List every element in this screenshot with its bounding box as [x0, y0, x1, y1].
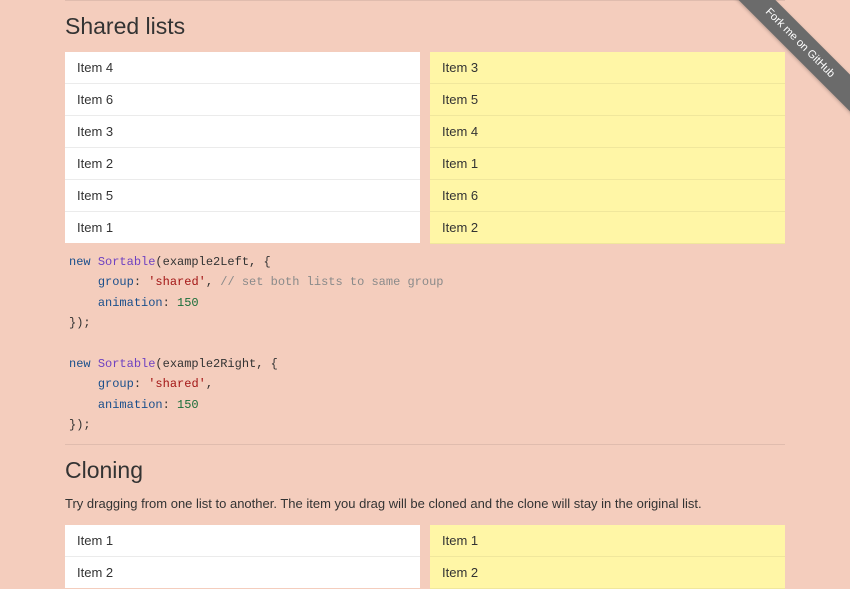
- list-item[interactable]: Item 2: [430, 212, 785, 244]
- section-title-shared: Shared lists: [65, 13, 785, 40]
- code-token: });: [69, 316, 91, 330]
- code-token: animation: [98, 398, 163, 412]
- code-token: (: [155, 255, 162, 269]
- list-item[interactable]: Item 3: [430, 52, 785, 84]
- code-token: });: [69, 418, 91, 432]
- list-item[interactable]: Item 5: [430, 84, 785, 116]
- code-token: :: [134, 275, 148, 289]
- cloning-description: Try dragging from one list to another. T…: [65, 496, 785, 511]
- code-token: example2Left: [163, 255, 249, 269]
- shared-lists-row: Item 4 Item 6 Item 3 Item 2 Item 5 Item …: [65, 52, 785, 244]
- section-title-cloning: Cloning: [65, 457, 785, 484]
- code-token: new: [69, 255, 91, 269]
- list-item[interactable]: Item 3: [65, 116, 420, 148]
- list-item[interactable]: Item 1: [65, 525, 420, 557]
- code-token: Sortable: [98, 357, 156, 371]
- code-token: example2Right: [163, 357, 257, 371]
- list-item[interactable]: Item 4: [65, 52, 420, 84]
- cloning-list-right[interactable]: Item 1 Item 2: [430, 525, 785, 589]
- code-token: {: [263, 255, 270, 269]
- code-token: group: [98, 377, 134, 391]
- list-item[interactable]: Item 1: [430, 525, 785, 557]
- code-token: :: [163, 398, 177, 412]
- list-item[interactable]: Item 5: [65, 180, 420, 212]
- code-token: ,: [249, 255, 263, 269]
- section-divider: [65, 444, 785, 445]
- code-sample-shared: new Sortable(example2Left, { group: 'sha…: [65, 244, 785, 444]
- code-token: ,: [256, 357, 270, 371]
- code-token: (: [155, 357, 162, 371]
- list-item[interactable]: Item 2: [65, 557, 420, 588]
- code-token: 150: [177, 398, 199, 412]
- shared-list-left[interactable]: Item 4 Item 6 Item 3 Item 2 Item 5 Item …: [65, 52, 420, 243]
- code-token: new: [69, 357, 91, 371]
- list-item[interactable]: Item 4: [430, 116, 785, 148]
- shared-list-right[interactable]: Item 3 Item 5 Item 4 Item 1 Item 6 Item …: [430, 52, 785, 244]
- section-divider: [65, 0, 785, 1]
- code-token: :: [163, 296, 177, 310]
- list-item[interactable]: Item 6: [65, 84, 420, 116]
- cloning-list-left[interactable]: Item 1 Item 2: [65, 525, 420, 588]
- code-token: group: [98, 275, 134, 289]
- code-token: 150: [177, 296, 199, 310]
- code-token: 'shared': [148, 377, 206, 391]
- code-token: animation: [98, 296, 163, 310]
- code-token: {: [271, 357, 278, 371]
- cloning-lists-row: Item 1 Item 2 Item 1 Item 2: [65, 525, 785, 589]
- list-item[interactable]: Item 2: [65, 148, 420, 180]
- list-item[interactable]: Item 2: [430, 557, 785, 589]
- list-item[interactable]: Item 1: [65, 212, 420, 243]
- code-token: Sortable: [98, 255, 156, 269]
- list-item[interactable]: Item 1: [430, 148, 785, 180]
- list-item[interactable]: Item 6: [430, 180, 785, 212]
- code-token: // set both lists to same group: [220, 275, 443, 289]
- code-token: :: [134, 377, 148, 391]
- code-token: 'shared': [148, 275, 206, 289]
